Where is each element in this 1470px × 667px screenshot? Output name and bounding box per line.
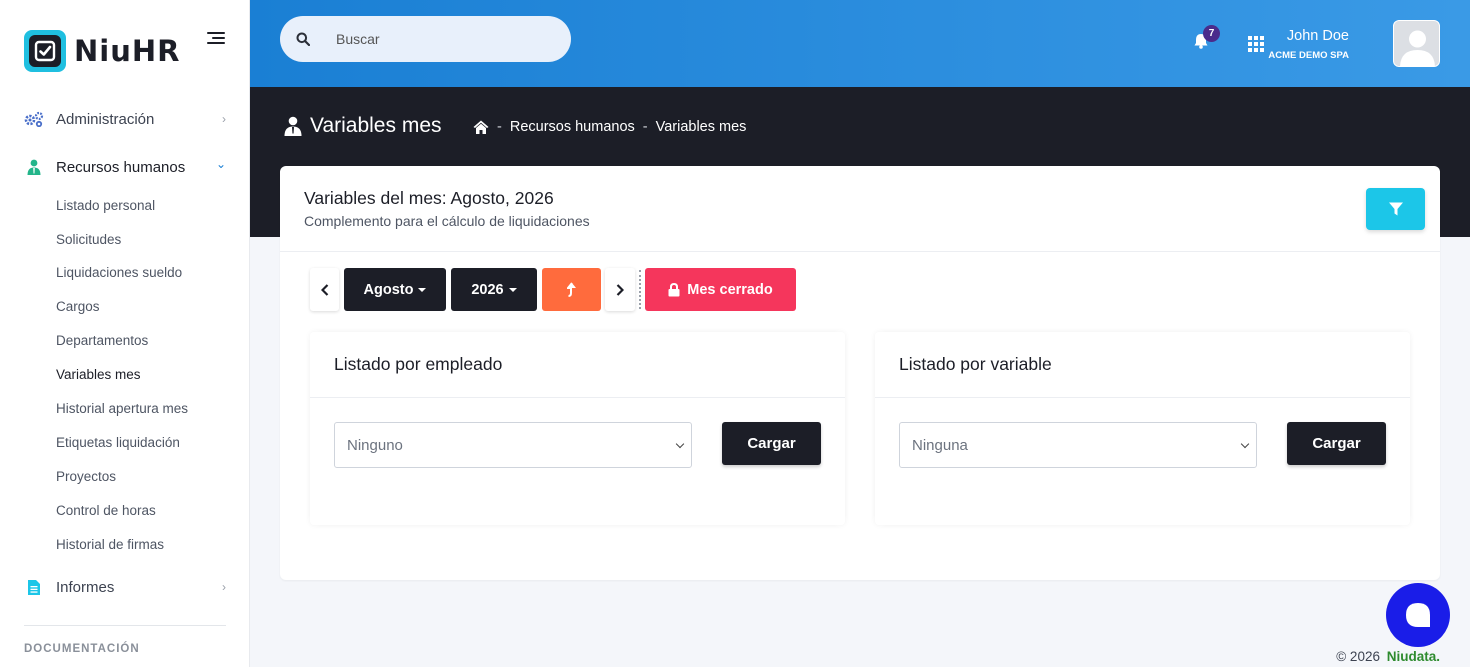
employee-list-panel: Listado por empleado Ninguno Cargar [310,332,845,525]
employee-select-value: Ninguno [347,436,403,454]
page-title-text: Variables mes [310,114,442,137]
document-icon [24,577,44,597]
sidebar-subitem-control-de-horas[interactable]: Control de horas [56,503,156,518]
sidebar-subitem-departamentos[interactable]: Departamentos [56,333,148,348]
sidebar-item-label: Administración [56,110,155,128]
user-name[interactable]: John Doe [1287,28,1349,44]
sidebar-subitem-listado-personal[interactable]: Listado personal [56,198,155,213]
filter-icon [1388,202,1403,216]
chevron-right-icon: › [222,580,226,594]
caret-down-icon [418,287,427,292]
sidebar-item-recursos-humanos[interactable]: Recursos humanos ⌄ [24,155,228,179]
sidebar-item-administracion[interactable]: Administración › [24,107,228,131]
chevron-right-icon [616,283,624,296]
load-variable-button[interactable]: Cargar [1287,422,1386,465]
panel-divider [310,397,845,398]
sidebar-item-label: Recursos humanos [56,158,186,176]
sidebar-subitem-solicitudes[interactable]: Solicitudes [56,232,121,247]
month-closed-button[interactable]: Mes cerrado [645,268,796,311]
sidebar-section-label: DOCUMENTACIÓN [24,643,140,655]
chevron-left-icon [320,283,328,296]
footer-copyright: © 2026 [1336,649,1380,664]
footer: © 2026 Niudata. [1336,649,1440,664]
search-input[interactable] [336,31,536,47]
sidebar-subitem-cargos[interactable]: Cargos [56,299,100,314]
toolbar-separator [639,270,641,309]
card-title: Variables del mes: Agosto, 2026 [304,188,554,208]
top-bar: 7 John Doe ACME DEMO SPA [250,0,1470,87]
page-title: Variables mes [284,114,442,138]
breadcrumb: - Recursos humanos - Variables mes [473,119,746,135]
panel-title: Listado por empleado [334,354,503,374]
sidebar-divider [24,625,226,626]
avatar[interactable] [1393,20,1440,67]
breadcrumb-item[interactable]: Recursos humanos [510,119,635,135]
card-divider [280,251,1440,252]
chat-icon [1406,603,1430,627]
employee-select[interactable]: Ninguno [334,422,692,468]
breadcrumb-item-current: Variables mes [655,119,747,135]
load-employee-button[interactable]: Cargar [722,422,821,465]
user-company: ACME DEMO SPA [1268,50,1349,61]
sidebar-subitem-historial-de-firmas[interactable]: Historial de firmas [56,537,164,552]
variable-list-panel: Listado por variable Ninguna Cargar [875,332,1410,525]
gears-icon [24,109,44,129]
open-month-button[interactable] [542,268,601,311]
user-tie-icon [284,116,302,136]
variable-select[interactable]: Ninguna [899,422,1257,468]
chevron-down-icon: ⌄ [215,157,226,171]
chevron-down-icon [1240,439,1250,449]
panel-title: Listado por variable [899,354,1052,374]
month-label: Agosto [363,281,414,298]
brand-logo[interactable]: NiuHR [24,30,180,72]
year-dropdown[interactable]: 2026 [451,268,537,311]
sidebar-subitem-liquidaciones-sueldo[interactable]: Liquidaciones sueldo [56,265,182,280]
logo-icon [24,30,66,72]
sidebar-subitem-historial-apertura-mes[interactable]: Historial apertura mes [56,401,188,416]
breadcrumb-separator: - [497,119,502,135]
next-month-button[interactable] [605,268,635,311]
footer-company-link[interactable]: Niudata. [1387,649,1440,664]
level-up-icon [566,281,576,297]
apps-grid-icon[interactable] [1248,36,1264,52]
chevron-right-icon: › [222,112,226,126]
menu-toggle-icon[interactable] [207,32,225,46]
home-icon[interactable] [473,120,489,134]
chat-widget-button[interactable] [1386,583,1450,647]
filter-button[interactable] [1366,188,1425,230]
variables-card: Variables del mes: Agosto, 2026 Compleme… [280,166,1440,580]
user-tie-icon [24,157,44,177]
sidebar-item-label: Informes [56,578,115,596]
sidebar-subitem-proyectos[interactable]: Proyectos [56,469,116,484]
breadcrumb-separator: - [642,119,648,135]
year-label: 2026 [471,281,504,298]
brand-name: NiuHR [74,34,181,68]
chevron-down-icon [675,439,685,449]
sidebar-item-informes[interactable]: Informes › [24,575,228,599]
notification-badge: 7 [1203,25,1220,42]
lock-icon [668,282,680,296]
month-closed-label: Mes cerrado [687,281,773,298]
sidebar: NiuHR Administración › Recursos humanos [0,0,250,667]
card-subtitle: Complemento para el cálculo de liquidaci… [304,213,590,229]
search-icon [296,32,310,46]
month-dropdown[interactable]: Agosto [344,268,446,311]
panel-divider [875,397,1410,398]
sidebar-subitem-etiquetas-liquidacion[interactable]: Etiquetas liquidación [56,435,180,450]
sidebar-subitem-variables-mes[interactable]: Variables mes [56,367,141,382]
search-box[interactable] [280,16,571,62]
prev-month-button[interactable] [310,268,339,311]
variable-select-value: Ninguna [912,436,968,454]
caret-down-icon [508,287,517,292]
